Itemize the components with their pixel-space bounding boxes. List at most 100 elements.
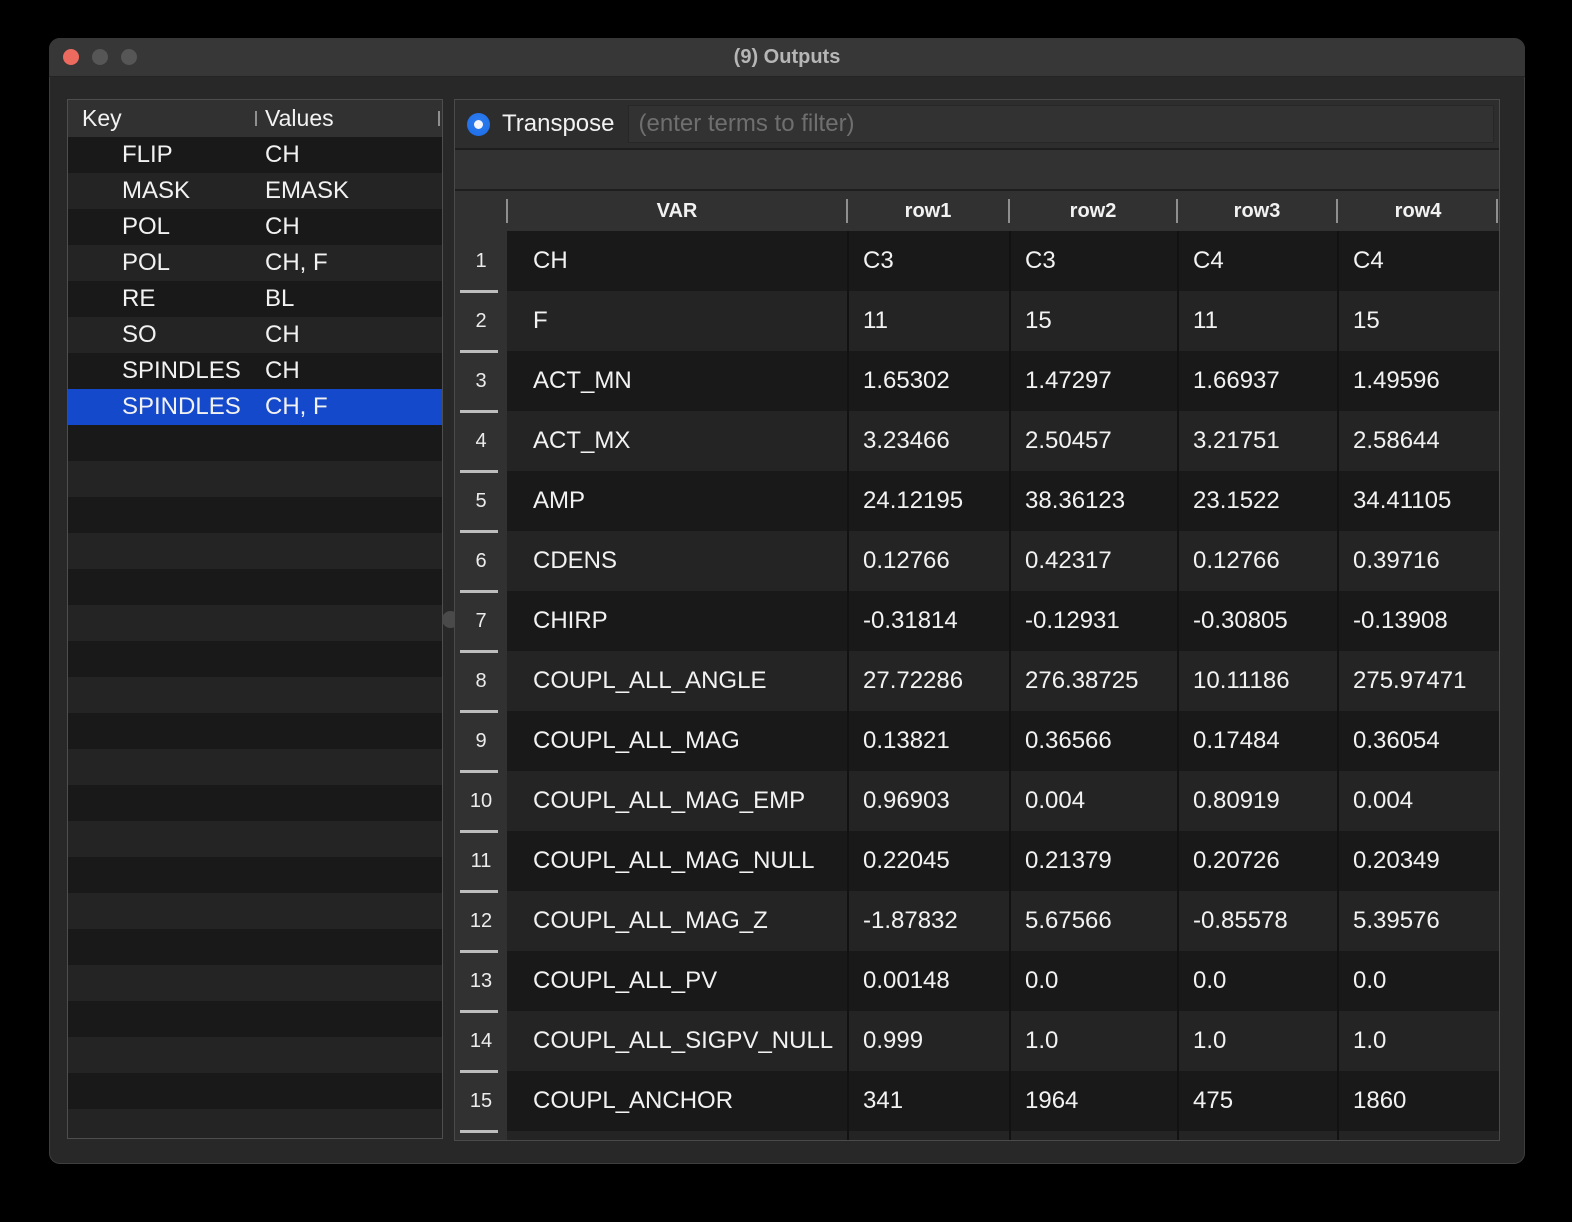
row-resize-handle[interactable] [460, 1070, 498, 1073]
outputs-toolbar: Transpose [455, 100, 1499, 150]
row-number-cell: 4 [455, 411, 507, 473]
value-cell-row2: 0.21379 [1009, 831, 1177, 891]
value-cell-row2: 0.004 [1009, 771, 1177, 831]
value-cell-row1: 0.22045 [847, 831, 1009, 891]
value-cell-row3: -0.85578 [1177, 891, 1337, 951]
output-table-row[interactable]: 5 AMP 24.12195 38.36123 23.1522 34.41105 [455, 471, 1499, 533]
values-column-header[interactable]: Values [255, 105, 442, 132]
row-number-cell: 10 [455, 771, 507, 833]
value-cell-row1: 0.999 [847, 1011, 1009, 1071]
row-resize-handle[interactable] [460, 650, 498, 653]
value-cell-row2: 276.38725 [1009, 651, 1177, 711]
output-table-body: 1 CH C3 C3 C4 C4 2 F 11 15 11 15 3 ACT_M… [455, 231, 1499, 1140]
key-values-table: Key Values FLIP CH MASK EMASK POL CH POL… [68, 100, 442, 1138]
row-resize-handle[interactable] [460, 830, 498, 833]
radio-dot-icon [474, 119, 483, 129]
output-table-row[interactable]: 4 ACT_MX 3.23466 2.50457 3.21751 2.58644 [455, 411, 1499, 473]
filter-input[interactable] [627, 105, 1494, 143]
header-cell-row2[interactable]: row2 [1008, 191, 1177, 231]
output-table-row[interactable]: 15 COUPL_ANCHOR 341 1964 475 1860 [455, 1071, 1499, 1133]
var-cell: COUPL_ANCHOR [533, 1087, 734, 1114]
value-cell-row3: 1.66937 [1177, 351, 1337, 411]
key-column-header[interactable]: Key [68, 105, 255, 132]
key-values-row[interactable]: POL CH [68, 209, 442, 245]
output-table-row[interactable]: 2 F 11 15 11 15 [455, 291, 1499, 353]
var-cell: COUPL_ALL_SIGPV_NULL [533, 1027, 834, 1054]
row-resize-handle[interactable] [460, 1130, 498, 1133]
row-resize-handle[interactable] [460, 410, 498, 413]
row-resize-handle[interactable] [460, 1010, 498, 1013]
row-number: 13 [469, 969, 493, 992]
row-number-cell: 15 [455, 1071, 507, 1133]
output-table-row[interactable]: 12 COUPL_ALL_MAG_Z -1.87832 5.67566 -0.8… [455, 891, 1499, 953]
header-cell-row4[interactable]: row4 [1336, 191, 1499, 231]
row-number-cell: 8 [455, 651, 507, 713]
value-cell-row3: 3.21751 [1177, 411, 1337, 471]
row-number: 10 [469, 789, 493, 812]
output-table-row[interactable]: 9 COUPL_ALL_MAG 0.13821 0.36566 0.17484 … [455, 711, 1499, 773]
value-cell-row3: 0.0 [1177, 951, 1337, 1011]
value-cell-row4: C4 [1337, 231, 1499, 291]
value-cell-row3: 23.1522 [1177, 471, 1337, 531]
value-cell-row2: 38.36123 [1009, 471, 1177, 531]
key-values-empty-area [68, 425, 442, 1138]
value-cell-row3: 475 [1177, 1071, 1337, 1131]
output-table-row[interactable]: 3 ACT_MN 1.65302 1.47297 1.66937 1.49596 [455, 351, 1499, 413]
value-cell-row4: 15 [1337, 291, 1499, 351]
output-table-row[interactable]: 6 CDENS 0.12766 0.42317 0.12766 0.39716 [455, 531, 1499, 593]
row-resize-handle[interactable] [460, 890, 498, 893]
var-cell: COUPL_ALL_MAG_Z [533, 907, 768, 934]
var-cell [507, 1131, 847, 1140]
output-table-row-partial [455, 1131, 1499, 1140]
output-table-row[interactable]: 1 CH C3 C3 C4 C4 [455, 231, 1499, 293]
values-cell: CH [265, 141, 300, 168]
row-number: 4 [475, 429, 487, 452]
header-cell-row1[interactable]: row1 [846, 191, 1009, 231]
output-table-row[interactable]: 7 CHIRP -0.31814 -0.12931 -0.30805 -0.13… [455, 591, 1499, 653]
value-cell-row3: 11 [1177, 291, 1337, 351]
value-cell-row1: C3 [847, 231, 1009, 291]
value-cell-row1: 11 [847, 291, 1009, 351]
value-cell-row4 [1337, 1131, 1499, 1140]
var-cell: COUPL_ALL_MAG_EMP [533, 787, 806, 814]
value-cell-row1: -1.87832 [847, 891, 1009, 951]
output-table-row[interactable]: 14 COUPL_ALL_SIGPV_NULL 0.999 1.0 1.0 1.… [455, 1011, 1499, 1073]
header-cell-row3[interactable]: row3 [1176, 191, 1337, 231]
value-cell-row2: 2.50457 [1009, 411, 1177, 471]
value-cell-row2: 15 [1009, 291, 1177, 351]
key-cell: SPINDLES [122, 357, 241, 384]
value-cell-row4: 5.39576 [1337, 891, 1499, 951]
row-resize-handle[interactable] [460, 350, 498, 353]
key-values-row[interactable]: SO CH [68, 317, 442, 353]
key-values-row[interactable]: MASK EMASK [68, 173, 442, 209]
value-cell-row4: 1860 [1337, 1071, 1499, 1131]
outputs-window: (9) Outputs Key Values FLIP CH MASK EMAS… [49, 38, 1525, 1164]
output-table-row[interactable]: 8 COUPL_ALL_ANGLE 27.72286 276.38725 10.… [455, 651, 1499, 713]
row-resize-handle[interactable] [460, 290, 498, 293]
row-resize-handle[interactable] [460, 530, 498, 533]
row-resize-handle[interactable] [460, 950, 498, 953]
value-cell-row2: 5.67566 [1009, 891, 1177, 951]
output-table-row[interactable]: 10 COUPL_ALL_MAG_EMP 0.96903 0.004 0.809… [455, 771, 1499, 833]
row-number-cell: 13 [455, 951, 507, 1013]
key-values-row[interactable]: SPINDLES CH [68, 353, 442, 389]
output-table-row[interactable]: 13 COUPL_ALL_PV 0.00148 0.0 0.0 0.0 [455, 951, 1499, 1013]
title-bar[interactable]: (9) Outputs [49, 38, 1525, 77]
row-number: 14 [469, 1029, 493, 1052]
row-resize-handle[interactable] [460, 470, 498, 473]
var-cell: ACT_MN [533, 367, 632, 394]
value-cell-row1: 27.72286 [847, 651, 1009, 711]
key-values-row[interactable]: SPINDLES CH, F [68, 389, 442, 425]
value-cell-row2 [1009, 1131, 1177, 1140]
key-values-row[interactable]: FLIP CH [68, 137, 442, 173]
row-resize-handle[interactable] [460, 770, 498, 773]
row-resize-handle[interactable] [460, 710, 498, 713]
key-values-row[interactable]: RE BL [68, 281, 442, 317]
header-cell-var[interactable]: VAR [506, 191, 847, 231]
var-cell: COUPL_ALL_MAG_NULL [533, 847, 815, 874]
outputs-panel: Transpose VAR row1 row2 row3 row4 1 CH C… [455, 100, 1499, 1140]
row-resize-handle[interactable] [460, 590, 498, 593]
output-table-row[interactable]: 11 COUPL_ALL_MAG_NULL 0.22045 0.21379 0.… [455, 831, 1499, 893]
transpose-radio[interactable] [467, 112, 490, 136]
key-values-row[interactable]: POL CH, F [68, 245, 442, 281]
